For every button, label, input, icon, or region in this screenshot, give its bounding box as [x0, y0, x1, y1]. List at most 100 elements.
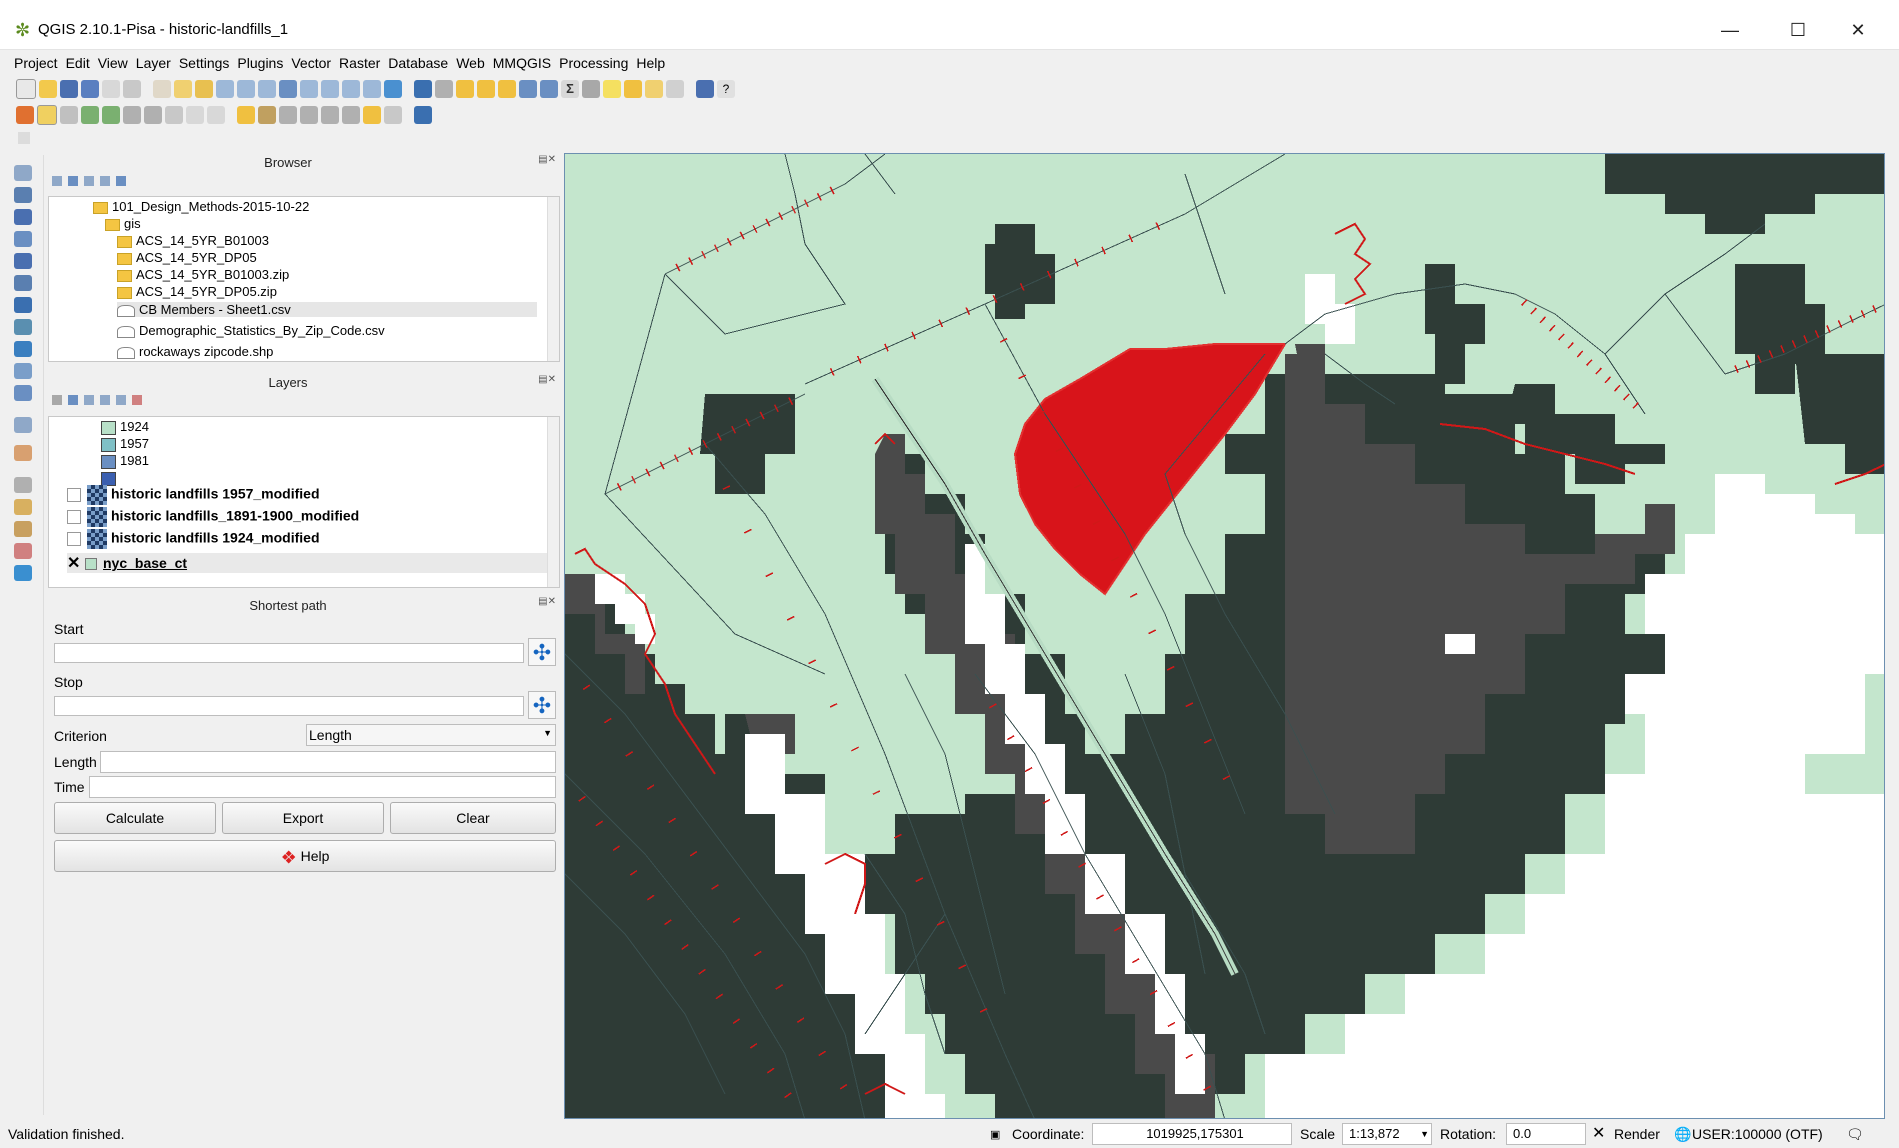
- save-edits-icon[interactable]: [60, 106, 78, 124]
- highlight-pinned-icon[interactable]: [279, 106, 297, 124]
- touch-zoom-icon[interactable]: [153, 80, 171, 98]
- rotate-label-icon[interactable]: [321, 106, 339, 124]
- coordinate-field[interactable]: 1019925,175301: [1092, 1123, 1292, 1145]
- move-feature-icon[interactable]: [102, 106, 120, 124]
- collapse-all-icon[interactable]: [100, 176, 110, 186]
- node-tool-icon[interactable]: [123, 106, 141, 124]
- menu-edit[interactable]: Edit: [62, 55, 94, 71]
- zoom-in-icon[interactable]: [216, 80, 234, 98]
- add-virtual-layer-icon[interactable]: [14, 363, 32, 379]
- add-wms-layer-icon[interactable]: [14, 297, 32, 313]
- criterion-select[interactable]: Length ▼: [306, 724, 556, 746]
- deselect-icon[interactable]: [498, 80, 516, 98]
- save-project-icon[interactable]: [60, 80, 78, 98]
- add-wcs-layer-icon[interactable]: [14, 319, 32, 335]
- add-raster-layer-icon[interactable]: [14, 187, 32, 203]
- map-tips-icon[interactable]: [603, 80, 621, 98]
- calculate-button[interactable]: Calculate: [54, 802, 216, 834]
- field-calculator-icon[interactable]: [540, 80, 558, 98]
- delete-selected-icon[interactable]: [144, 106, 162, 124]
- browser-item[interactable]: Demographic_Statistics_By_Zip_Code.csv: [117, 323, 385, 338]
- export-button[interactable]: Export: [222, 802, 384, 834]
- panel-float-close-icon[interactable]: ▤✕: [538, 596, 556, 607]
- openlayers-icon[interactable]: [696, 80, 714, 98]
- layer-item[interactable]: historic landfills 1957_modified: [67, 485, 320, 505]
- heatmap-icon[interactable]: [14, 521, 32, 537]
- zoom-scale-icon[interactable]: [258, 80, 276, 98]
- crs-globe-icon[interactable]: 🌐: [1674, 1126, 1691, 1143]
- copy-features-icon[interactable]: [186, 106, 204, 124]
- road-graph-icon[interactable]: [14, 565, 32, 581]
- print-composer-icon[interactable]: [102, 80, 120, 98]
- layer-visibility-checkbox[interactable]: [67, 532, 81, 546]
- add-vector-layer-icon[interactable]: [14, 165, 32, 181]
- add-spatialite-layer-icon[interactable]: [14, 231, 32, 247]
- zoom-layer-icon[interactable]: [321, 80, 339, 98]
- new-shapefile-icon[interactable]: [14, 417, 32, 433]
- paste-features-icon[interactable]: [207, 106, 225, 124]
- menu-settings[interactable]: Settings: [175, 55, 234, 71]
- rotation-field[interactable]: 0.0: [1506, 1123, 1586, 1145]
- map-canvas[interactable]: [564, 153, 1885, 1119]
- gps-tools-icon[interactable]: [14, 445, 32, 461]
- browser-item[interactable]: ACS_14_5YR_B01003: [117, 233, 269, 248]
- layer-checked-x-icon[interactable]: ✕: [67, 553, 81, 573]
- label-toolbar-icon[interactable]: [237, 106, 255, 124]
- properties-icon[interactable]: [116, 176, 126, 186]
- close-button[interactable]: ✕: [1828, 12, 1888, 48]
- clear-button[interactable]: Clear: [390, 802, 556, 834]
- toggle-editing-icon[interactable]: [37, 105, 57, 125]
- identify-icon[interactable]: [414, 80, 432, 98]
- remove-layer-icon[interactable]: [132, 395, 142, 405]
- layer-item[interactable]: historic landfills_1891-1900_modified: [67, 507, 359, 527]
- browser-item[interactable]: rockaways zipcode.shp: [117, 344, 273, 359]
- expand-all-icon[interactable]: [100, 395, 110, 405]
- browser-item[interactable]: ACS_14_5YR_DP05: [117, 250, 257, 265]
- minimize-button[interactable]: —: [1700, 12, 1760, 48]
- zoom-selection-icon[interactable]: [300, 80, 318, 98]
- pick-start-crosshair-icon[interactable]: ✣: [528, 638, 556, 666]
- add-selected-icon[interactable]: [52, 176, 62, 186]
- add-oracle-layer-icon[interactable]: [14, 275, 32, 291]
- save-as-icon[interactable]: [81, 80, 99, 98]
- menu-layer[interactable]: Layer: [132, 55, 175, 71]
- layers-scrollbar[interactable]: [547, 417, 559, 587]
- add-wfs-layer-icon[interactable]: [14, 341, 32, 357]
- browser-item[interactable]: ACS_14_5YR_DP05.zip: [117, 284, 277, 299]
- composer-manager-icon[interactable]: [123, 80, 141, 98]
- zoom-next-icon[interactable]: [363, 80, 381, 98]
- menu-web[interactable]: Web: [452, 55, 489, 71]
- add-group-icon[interactable]: [68, 395, 78, 405]
- stop-point-field[interactable]: [54, 696, 524, 716]
- change-label-icon[interactable]: [342, 106, 360, 124]
- browser-item[interactable]: ACS_14_5YR_B01003.zip: [117, 267, 289, 282]
- digitize-toolbar-icon[interactable]: [18, 132, 30, 144]
- zoom-full-icon[interactable]: [279, 80, 297, 98]
- browser-scrollbar[interactable]: [547, 197, 559, 361]
- bookmark-icon[interactable]: [624, 80, 642, 98]
- time-field[interactable]: [89, 776, 556, 798]
- refresh-icon[interactable]: [68, 176, 78, 186]
- browser-item[interactable]: 101_Design_Methods-2015-10-22: [93, 199, 309, 214]
- layer-item[interactable]: historic landfills 1924_modified: [67, 529, 320, 549]
- pin-labels-icon[interactable]: [258, 106, 276, 124]
- pan-icon[interactable]: [174, 80, 192, 98]
- run-action-icon[interactable]: [435, 80, 453, 98]
- coordinate-capture-icon[interactable]: [14, 477, 32, 493]
- measure-icon[interactable]: [582, 80, 600, 98]
- new-bookmark-icon[interactable]: [645, 80, 663, 98]
- new-project-icon[interactable]: [16, 79, 36, 99]
- add-delimited-text-icon[interactable]: [14, 385, 32, 401]
- move-label-icon[interactable]: [300, 106, 318, 124]
- collapse-all-icon[interactable]: [116, 395, 126, 405]
- layer-item[interactable]: ✕ nyc_base_ct: [67, 553, 547, 573]
- layer-visibility-checkbox[interactable]: [67, 488, 81, 502]
- panel-float-close-icon[interactable]: ▤✕: [538, 374, 556, 385]
- layer-style-icon[interactable]: [52, 395, 62, 405]
- current-edits-icon[interactable]: [16, 106, 34, 124]
- crs-label[interactable]: USER:100000 (OTF): [1692, 1126, 1823, 1142]
- menu-database[interactable]: Database: [384, 55, 452, 71]
- select-features-icon[interactable]: [456, 80, 474, 98]
- menu-vector[interactable]: Vector: [287, 55, 335, 71]
- length-field[interactable]: [100, 751, 556, 773]
